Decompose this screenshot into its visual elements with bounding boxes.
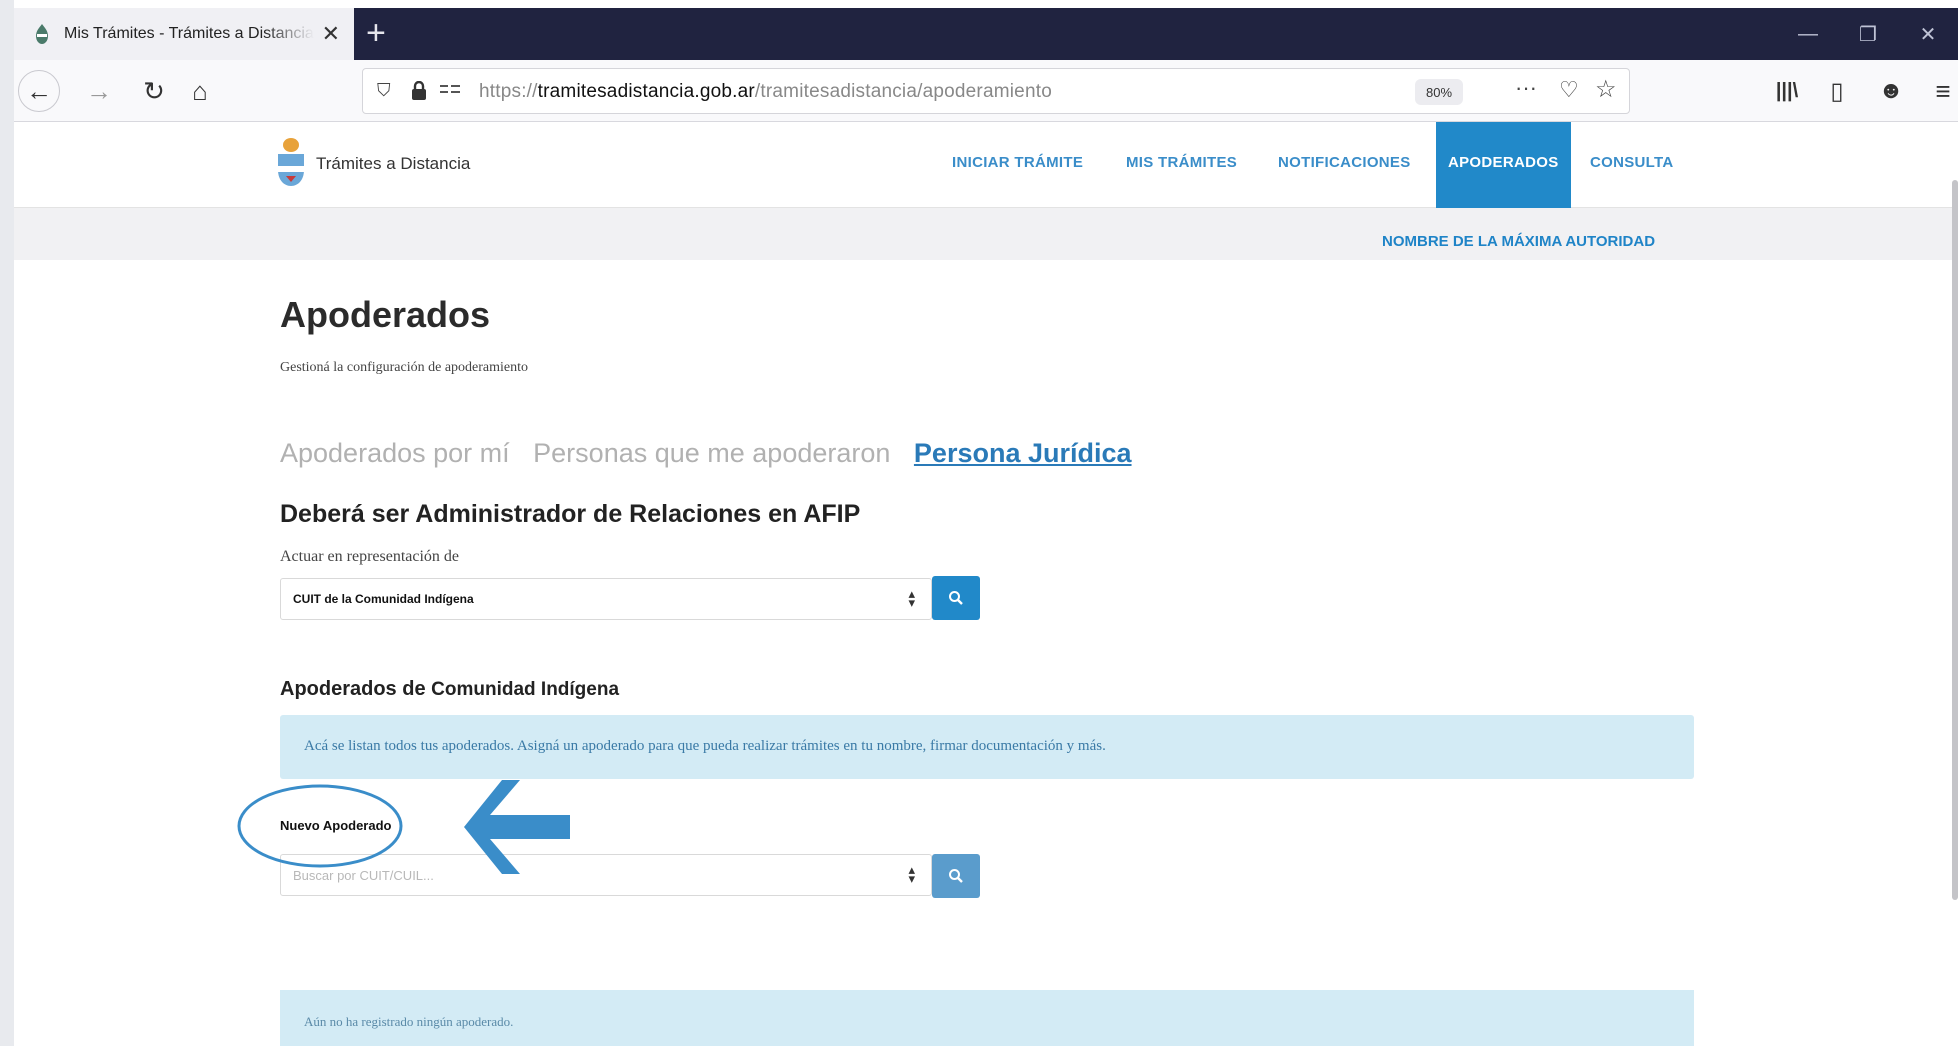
restore-button[interactable]: ❐ xyxy=(1838,8,1898,60)
url-path: /tramitesadistancia/apoderamiento xyxy=(754,81,1052,102)
representation-search-button[interactable] xyxy=(932,576,980,620)
user-name-link[interactable]: NOMBRE DE LA MÁXIMA AUTORIDAD xyxy=(1382,233,1655,250)
url-text[interactable]: https://tramitesadistancia.gob.ar/tramit… xyxy=(479,81,1052,103)
zoom-level[interactable]: 80% xyxy=(1415,79,1463,105)
navigation-bar: ← → ↻ ⌂ ⛉ https://tramitesadistancia.gob… xyxy=(14,60,1958,122)
tab-personas-que-me-apoderaron[interactable]: Personas que me apoderaron xyxy=(533,438,890,468)
annotation-arrow-icon xyxy=(464,780,570,874)
empty-state-alert: Aún no ha registrado ningún apoderado. xyxy=(280,990,1694,1046)
menu-apoderados[interactable]: APODERADOS xyxy=(1436,122,1571,208)
more-actions-icon[interactable]: ··· xyxy=(1515,75,1537,101)
account-icon[interactable]: ☻ xyxy=(1876,72,1906,110)
reload-button[interactable]: ↻ xyxy=(136,72,172,110)
page-scrollbar[interactable] xyxy=(1952,180,1958,900)
menu-iniciar-tramite[interactable]: INICIAR TRÁMITE xyxy=(952,154,1083,171)
library-icon[interactable]: |||\ xyxy=(1772,72,1802,110)
menu-notificaciones[interactable]: NOTIFICACIONES xyxy=(1278,154,1411,171)
select-arrows-icon: ▴ ▾ xyxy=(908,586,915,610)
page-title: Apoderados xyxy=(280,294,491,335)
bookmark-star-icon[interactable]: ☆ xyxy=(1595,75,1617,104)
window-controls: — ❐ ✕ xyxy=(1778,8,1958,60)
section-title: Deberá ser Administrador de Relaciones e… xyxy=(280,500,861,528)
search-icon xyxy=(949,869,963,883)
tab-title: Mis Trámites - Trámites a Distancia xyxy=(64,25,314,42)
search-icon xyxy=(949,591,963,605)
shield-icon[interactable]: ⛉ xyxy=(377,80,391,101)
empty-state-text: Aún no ha registrado ningún apoderado. xyxy=(304,1014,514,1029)
info-alert-text: Acá se listan todos tus apoderados. Asig… xyxy=(304,738,1106,754)
tab-bar: Mis Trámites - Trámites a Distancia ✕ + … xyxy=(14,8,1958,60)
forward-button[interactable]: → xyxy=(84,72,114,110)
url-bar[interactable]: ⛉ https://tramitesadistancia.gob.ar/tram… xyxy=(362,68,1630,114)
pocket-icon[interactable]: ♡ xyxy=(1559,77,1579,103)
tab-persona-juridica[interactable]: Persona Jurídica xyxy=(914,438,1132,468)
url-domain: tramitesadistancia.gob.ar xyxy=(537,81,755,102)
close-window-button[interactable]: ✕ xyxy=(1898,8,1958,60)
browser-tab[interactable]: Mis Trámites - Trámites a Distancia ✕ xyxy=(14,8,354,60)
tab-close-icon[interactable]: ✕ xyxy=(322,21,340,47)
tab-apoderados-por-mi[interactable]: Apoderados por mí xyxy=(280,438,510,468)
site-header: Trámites a Distancia INICIAR TRÁMITE MIS… xyxy=(14,122,1958,208)
brand-name[interactable]: Trámites a Distancia xyxy=(316,154,470,174)
menu-mis-tramites[interactable]: MIS TRÁMITES xyxy=(1126,154,1237,171)
representation-label: Actuar en representación de xyxy=(280,548,460,565)
select-arrows-icon: ▴ ▾ xyxy=(908,862,915,886)
apoderados-heading-prefix: Apoderados de xyxy=(280,678,426,700)
representation-select-value: CUIT de la Comunidad Indígena xyxy=(293,592,474,606)
new-tab-button[interactable]: + xyxy=(366,14,386,53)
minimize-button[interactable]: — xyxy=(1778,8,1838,60)
content-tabs: Apoderados por mí Personas que me apoder… xyxy=(280,438,1148,469)
permissions-icon[interactable] xyxy=(439,83,461,99)
apoderado-search-button[interactable] xyxy=(932,854,980,898)
lock-icon[interactable] xyxy=(411,81,427,101)
back-button[interactable]: ← xyxy=(18,70,60,112)
argentina-coat-of-arms-icon[interactable] xyxy=(274,136,308,188)
apoderados-heading-entity: Comunidad Indígena xyxy=(431,679,620,700)
home-button[interactable]: ⌂ xyxy=(182,72,218,110)
sidebar-icon[interactable]: ▯ xyxy=(1822,72,1852,110)
representation-select[interactable]: CUIT de la Comunidad Indígena ▴ ▾ xyxy=(280,578,932,620)
browser-window: Mis Trámites - Trámites a Distancia ✕ + … xyxy=(14,0,1958,1046)
user-bar: NOMBRE DE LA MÁXIMA AUTORIDAD xyxy=(14,208,1958,260)
page-subtitle: Gestioná la configuración de apoderamien… xyxy=(280,360,529,375)
menu-consulta[interactable]: CONSULTA xyxy=(1590,154,1674,171)
argentina-logo-icon xyxy=(36,24,48,44)
info-alert: Acá se listan todos tus apoderados. Asig… xyxy=(280,715,1694,779)
menu-icon[interactable]: ≡ xyxy=(1928,72,1958,110)
apoderados-heading: Apoderados de Comunidad Indígena xyxy=(280,678,619,701)
url-prefix: https:// xyxy=(479,81,538,102)
